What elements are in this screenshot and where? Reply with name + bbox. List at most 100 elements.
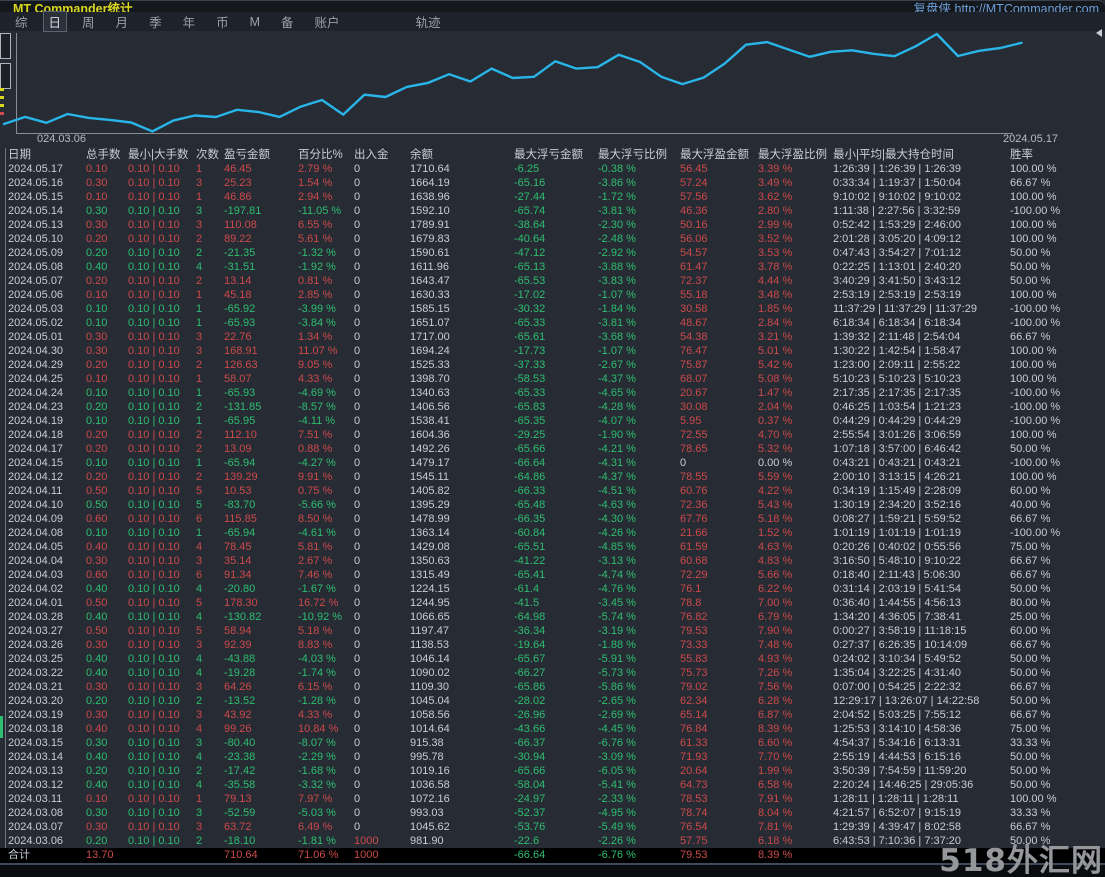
table-row[interactable]: 2024.04.19 0.10 0.10 | 0.10 1 -65.95 -4.11 % 0…	[0, 414, 1105, 428]
column-header-8[interactable]: 最大浮亏金额	[514, 148, 598, 162]
menu-item-6[interactable]: 币	[210, 11, 235, 32]
table-row[interactable]: 2024.03.22 0.40 0.10 | 0.10 4 -19.28 -1.74 % 0…	[0, 666, 1105, 680]
table-row[interactable]: 2024.04.11 0.50 0.10 | 0.10 5 10.53 0.75 % 0 14…	[0, 484, 1105, 498]
table-row[interactable]: 2024.04.03 0.60 0.10 | 0.10 6 91.34 7.46 % 0 13…	[0, 568, 1105, 582]
cell: -100.00 %	[1010, 205, 1061, 217]
column-header-11[interactable]: 最大浮盈比例	[758, 148, 833, 162]
table-row[interactable]: 2024.03.12 0.40 0.10 | 0.10 4 -35.58 -3.32 % 0…	[0, 778, 1105, 792]
table-row[interactable]: 2024.03.11 0.10 0.10 | 0.10 1 79.13 7.97 % 0 10…	[0, 792, 1105, 806]
cell: 7.97 %	[298, 793, 333, 805]
table-row[interactable]: 2024.03.14 0.40 0.10 | 0.10 4 -23.38 -2.29 % 0…	[0, 750, 1105, 764]
column-header-4[interactable]: 盈亏金额	[224, 148, 298, 162]
table-row[interactable]: 2024.04.18 0.20 0.10 | 0.10 2 112.10 7.51 % 0 1…	[0, 428, 1105, 442]
cell: 0.10 | 0.10	[128, 653, 180, 665]
table-row[interactable]: 2024.04.29 0.20 0.10 | 0.10 2 126.63 9.05 % 0 1…	[0, 358, 1105, 372]
table-row[interactable]: 2024.05.01 0.30 0.10 | 0.10 3 22.76 1.34 % 0 17…	[0, 330, 1105, 344]
table-row[interactable]: 2024.05.13 0.30 0.10 | 0.10 3 110.08 6.55 % 0 1…	[0, 218, 1105, 232]
table-row[interactable]: 2024.05.02 0.10 0.10 | 0.10 1 -65.93 -3.84 % 0…	[0, 316, 1105, 330]
table-row[interactable]: 2024.04.30 0.30 0.10 | 0.10 3 168.91 11.07 % 0…	[0, 344, 1105, 358]
collapsed-panel-icon[interactable]	[0, 33, 11, 59]
table-row[interactable]: 2024.04.04 0.30 0.10 | 0.10 3 35.14 2.67 % 0 13…	[0, 554, 1105, 568]
table-row[interactable]: 2024.05.16 0.30 0.10 | 0.10 3 25.23 1.54 % 0 16…	[0, 176, 1105, 190]
scroll-arrow-left-icon[interactable]	[1096, 29, 1102, 37]
cell: 21.66	[680, 527, 708, 539]
table-row[interactable]: 2024.03.07 0.30 0.10 | 0.10 3 63.72 6.49 % 0 10…	[0, 820, 1105, 834]
cell: -3.81 %	[598, 205, 636, 217]
cell: 75.00 %	[1010, 541, 1051, 553]
menu-item-9[interactable]: 账户	[309, 11, 346, 32]
table-row[interactable]: 2024.04.24 0.10 0.10 | 0.10 1 -65.93 -4.69 % 0…	[0, 386, 1105, 400]
cell: 1710.64	[410, 163, 450, 175]
cell: 1036.58	[410, 779, 450, 791]
table-row[interactable]: 2024.03.27 0.50 0.10 | 0.10 5 58.94 5.18 % 0 11…	[0, 624, 1105, 638]
table-row[interactable]: 2024.05.09 0.20 0.10 | 0.10 2 -21.35 -1.32 % 0…	[0, 246, 1105, 260]
cell: 0.60	[86, 569, 108, 581]
column-header-13[interactable]: 胜率	[1010, 148, 1105, 162]
table-row[interactable]: 2024.04.10 0.50 0.10 | 0.10 5 -83.70 -5.66 % 0…	[0, 498, 1105, 512]
table-row[interactable]: 2024.03.26 0.30 0.10 | 0.10 3 92.39 8.83 % 0 11…	[0, 638, 1105, 652]
table-row[interactable]: 2024.03.15 0.30 0.10 | 0.10 3 -80.40 -8.07 % 0…	[0, 736, 1105, 750]
table-row[interactable]: 2024.03.18 0.40 0.10 | 0.10 4 99.26 10.84 % 0 1…	[0, 722, 1105, 736]
column-header-12[interactable]: 最小|平均|最大持仓时间	[833, 148, 1010, 162]
cell: 57.24	[680, 177, 708, 189]
menu-item-0[interactable]: 综	[9, 11, 34, 32]
table-row[interactable]: 2024.04.08 0.10 0.10 | 0.10 1 -65.94 -4.61 % 0…	[0, 526, 1105, 540]
cell: -58.53	[514, 373, 546, 385]
menu-item-5[interactable]: 年	[177, 11, 202, 32]
cell: 4	[196, 611, 203, 623]
table-row[interactable]: 2024.04.02 0.40 0.10 | 0.10 4 -20.80 -1.67 % 0…	[0, 582, 1105, 596]
cell: -1.84 %	[598, 303, 636, 315]
table-row[interactable]: 2024.05.03 0.10 0.10 | 0.10 1 -65.92 -3.99 % 0…	[0, 302, 1105, 316]
menu-item-7[interactable]: M	[244, 14, 266, 30]
menu-item-3[interactable]: 月	[110, 11, 135, 32]
cell: 75.73	[680, 667, 708, 679]
table-row[interactable]: 2024.05.08 0.40 0.10 | 0.10 4 -31.51 -1.92 % 0…	[0, 260, 1105, 274]
table-row[interactable]: 2024.03.20 0.20 0.10 | 0.10 2 -13.52 -1.28 % 0…	[0, 694, 1105, 708]
table-row[interactable]: 2024.04.17 0.20 0.10 | 0.10 2 13.09 0.88 % 0 14…	[0, 442, 1105, 456]
table-row[interactable]: 2024.05.07 0.20 0.10 | 0.10 2 13.14 0.81 % 0 16…	[0, 274, 1105, 288]
menu-item-1[interactable]: 日	[42, 11, 68, 32]
column-header-3[interactable]: 次数	[196, 148, 224, 162]
column-header-10[interactable]: 最大浮盈金额	[680, 148, 758, 162]
menu-item-trajectory[interactable]: 轨迹	[410, 11, 447, 32]
table-row[interactable]: 2024.05.10 0.20 0.10 | 0.10 2 89.22 5.61 % 0 16…	[0, 232, 1105, 246]
table-row[interactable]: 2024.04.09 0.60 0.10 | 0.10 6 115.85 8.50 % 0 1…	[0, 512, 1105, 526]
cell: 4.70 %	[758, 429, 793, 441]
column-header-0[interactable]: 日期	[8, 148, 86, 162]
table-row[interactable]: 2024.04.23 0.20 0.10 | 0.10 2 -131.85 -8.57 %…	[0, 400, 1105, 414]
cell: 1406.56	[410, 401, 450, 413]
cell: -65.66	[514, 765, 546, 777]
table-row[interactable]: 2024.03.25 0.40 0.10 | 0.10 4 -43.88 -4.03 % 0…	[0, 652, 1105, 666]
cell: 0	[354, 499, 361, 511]
table-row[interactable]: 2024.03.21 0.30 0.10 | 0.10 3 64.26 6.15 % 0 11…	[0, 680, 1105, 694]
table-row[interactable]: 2024.03.28 0.40 0.10 | 0.10 4 -130.82 -10.92 …	[0, 610, 1105, 624]
table-row[interactable]: 2024.04.15 0.10 0.10 | 0.10 1 -65.94 -4.27 % 0…	[0, 456, 1105, 470]
column-header-1[interactable]: 总手数	[86, 148, 128, 162]
table-row[interactable]: 2024.05.15 0.10 0.10 | 0.10 1 46.86 2.94 % 0 16…	[0, 190, 1105, 204]
column-header-7[interactable]: 余额	[410, 148, 514, 162]
cell: 0	[354, 303, 361, 315]
table-row[interactable]: 2024.05.06 0.10 0.10 | 0.10 1 45.18 2.85 % 0 16…	[0, 288, 1105, 302]
table-row[interactable]: 2024.04.25 0.10 0.10 | 0.10 1 58.07 4.33 % 0 13…	[0, 372, 1105, 386]
table-row[interactable]: 2024.05.14 0.30 0.10 | 0.10 3 -197.81 -11.05 …	[0, 204, 1105, 218]
table-row[interactable]: 2024.03.19 0.30 0.10 | 0.10 3 43.92 4.33 % 0 10…	[0, 708, 1105, 722]
table-row[interactable]: 2024.04.01 0.50 0.10 | 0.10 5 178.30 16.72 % 0…	[0, 596, 1105, 610]
table-row[interactable]: 2024.03.13 0.20 0.10 | 0.10 2 -17.42 -1.68 % 0…	[0, 764, 1105, 778]
column-header-5[interactable]: 百分比%	[298, 148, 354, 162]
table-row[interactable]: 2024.03.08 0.30 0.10 | 0.10 3 -52.59 -5.03 % 0…	[0, 806, 1105, 820]
menu-item-2[interactable]: 周	[76, 11, 101, 32]
column-header-9[interactable]: 最大浮亏比例	[598, 148, 680, 162]
column-header-6[interactable]: 出入金	[354, 148, 410, 162]
column-header-2[interactable]: 最小|大手数	[128, 148, 196, 162]
cell: 0	[354, 779, 361, 791]
cell: 2024.05.06	[8, 289, 64, 301]
table-row[interactable]: 2024.04.12 0.20 0.10 | 0.10 2 139.29 9.91 % 0 1…	[0, 470, 1105, 484]
cell: 40.00 %	[1010, 499, 1051, 511]
menu-item-4[interactable]: 季	[143, 11, 168, 32]
collapsed-panel-icon[interactable]	[0, 63, 11, 89]
table-row[interactable]: 2024.05.17 0.10 0.10 | 0.10 1 46.45 2.79 % 0 17…	[0, 162, 1105, 176]
cell: 72.29	[680, 569, 708, 581]
table-row[interactable]: 2024.04.05 0.40 0.10 | 0.10 4 78.45 5.81 % 0 14…	[0, 540, 1105, 554]
menu-item-8[interactable]: 备	[275, 11, 300, 32]
cell: 2:04:52 | 5:03:25 | 7:55:12	[833, 709, 962, 721]
